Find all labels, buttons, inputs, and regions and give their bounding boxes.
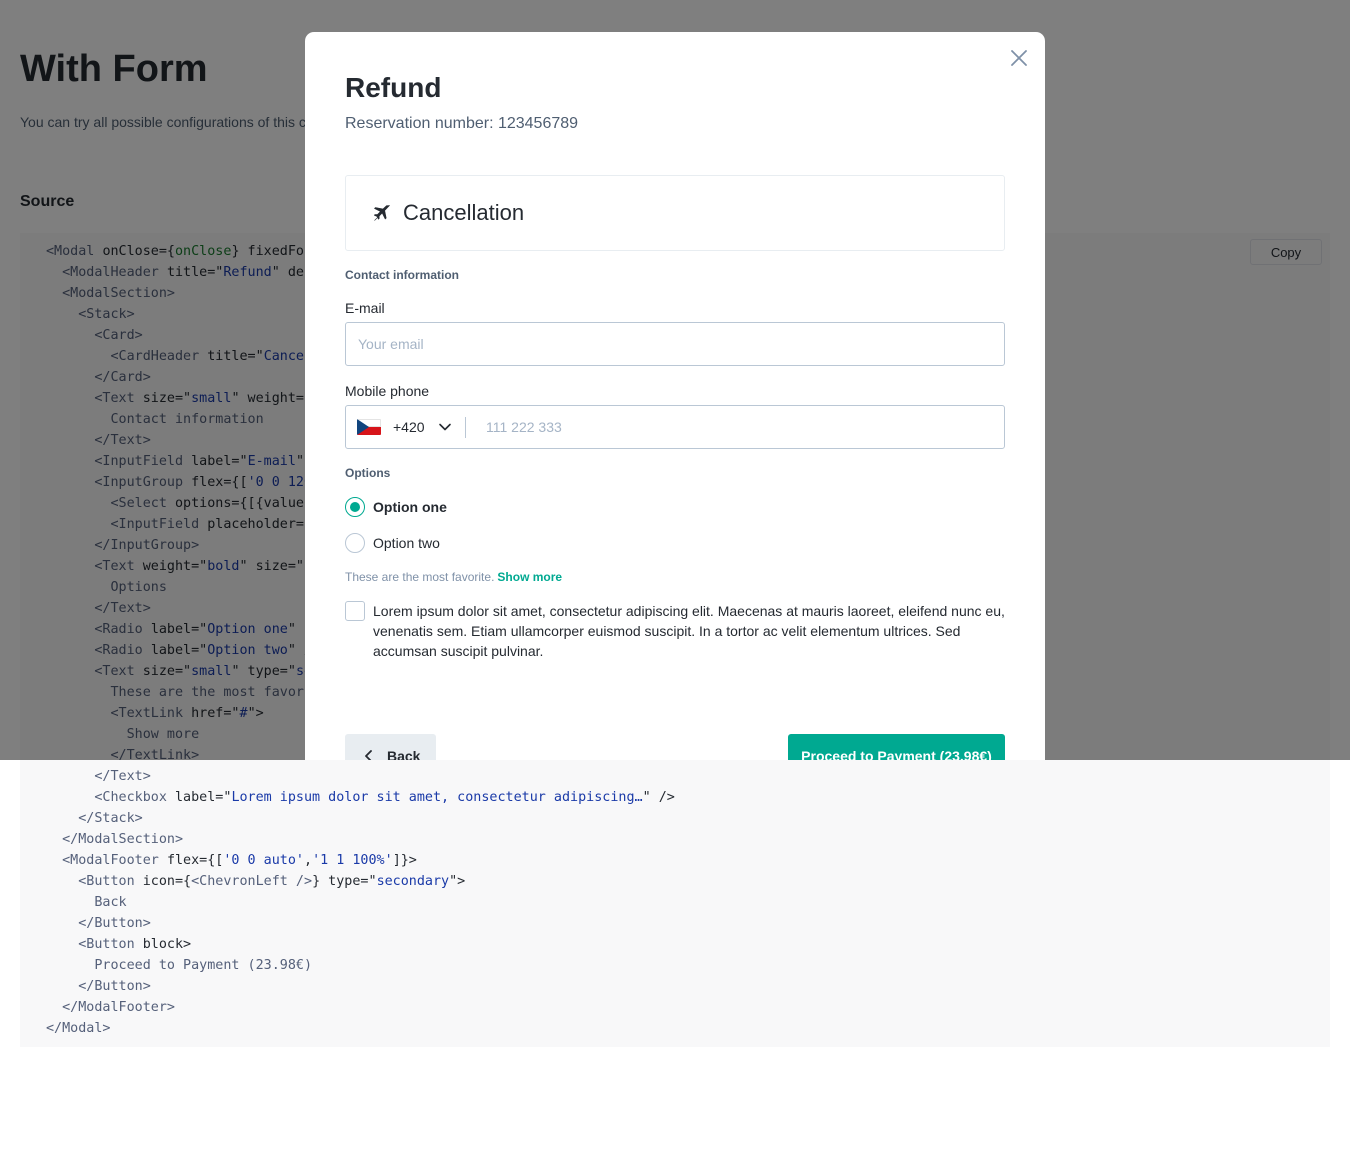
cz-flag-icon: [357, 419, 381, 435]
code-token: <ModalFooter: [46, 853, 167, 868]
radio-button-checked[interactable]: [345, 497, 365, 517]
help-text-body: These are the most favorite.: [345, 570, 495, 584]
code-line: Proceed to Payment (23.98€): [46, 955, 675, 976]
code-line: Back: [46, 892, 675, 913]
code-token: <Button: [46, 874, 143, 889]
close-icon: [1011, 50, 1027, 66]
code-token: flex={[: [166, 853, 224, 868]
back-button[interactable]: Back: [345, 734, 436, 760]
chevron-left-icon: [365, 750, 372, 760]
email-field[interactable]: Your email: [345, 322, 1005, 366]
code-token: </Modal>: [46, 1021, 111, 1036]
checkbox[interactable]: [345, 601, 365, 621]
radio-button[interactable]: [345, 533, 365, 553]
code-token: <Button: [46, 937, 143, 952]
checkbox-label: Lorem ipsum dolor sit amet, consectetur …: [373, 603, 1005, 659]
phone-divider: [465, 417, 466, 438]
code-token: '0 0 auto': [223, 853, 304, 868]
radio-label-two: Option two: [373, 535, 440, 551]
code-token: </Button>: [46, 916, 151, 931]
radio-option-two[interactable]: Option two: [345, 533, 440, 553]
modal-title: Refund: [345, 72, 442, 103]
code-token: secondary: [376, 874, 450, 889]
close-button[interactable]: [1007, 46, 1031, 70]
code-line: </ModalSection>: [46, 829, 675, 850]
code-token: Lorem ipsum dolor sit amet, consectetur …: [231, 790, 643, 805]
modal-description: Reservation number: 123456789: [345, 115, 579, 132]
code-token: icon={: [142, 874, 192, 889]
contact-info-label: Contact information: [345, 268, 459, 282]
country-prefix-select[interactable]: +420: [346, 406, 466, 448]
phone-field[interactable]: 111 222 333: [486, 419, 562, 435]
code-line: </Modal>: [46, 1018, 675, 1039]
refund-modal: Refund Reservation number: 123456789 Can…: [305, 32, 1045, 760]
code-line: <Button block>: [46, 934, 675, 955]
code-line: </ModalFooter>: [46, 997, 675, 1018]
code-line: <Checkbox label="Lorem ipsum dolor sit a…: [46, 787, 675, 808]
radio-option-one[interactable]: Option one: [345, 497, 447, 517]
code-token: <ChevronLeft />: [191, 874, 313, 889]
code-token: label=": [175, 790, 232, 805]
code-token: block>: [142, 937, 192, 952]
code-token: '1 1 100%': [312, 853, 393, 868]
cancellation-card: Cancellation: [345, 175, 1005, 251]
code-token: </Button>: [46, 979, 151, 994]
code-token: <Checkbox: [46, 790, 175, 805]
code-token: } type=": [312, 874, 377, 889]
email-placeholder: Your email: [358, 336, 424, 352]
phone-input-group: +420 111 222 333: [345, 405, 1005, 449]
code-line: <Button icon={<ChevronLeft />} type="sec…: [46, 871, 675, 892]
code-token: ]}>: [392, 853, 417, 868]
code-token: Back: [46, 895, 127, 910]
email-label: E-mail: [345, 300, 385, 316]
back-button-label: Back: [387, 748, 421, 760]
terms-checkbox-row[interactable]: Lorem ipsum dolor sit amet, consectetur …: [345, 601, 1005, 661]
code-token: ">: [449, 874, 466, 889]
code-token: " />: [642, 790, 675, 805]
phone-label: Mobile phone: [345, 383, 430, 399]
prefix-value: +420: [393, 419, 425, 435]
code-line: </Button>: [46, 913, 675, 934]
code-token: </ModalSection>: [46, 832, 184, 847]
code-line: </Stack>: [46, 808, 675, 829]
card-title: Cancellation: [403, 200, 525, 225]
code-line: </Text>: [46, 766, 675, 787]
proceed-payment-button[interactable]: Proceed to Payment (23.98€): [788, 734, 1005, 760]
code-token: ,: [304, 853, 313, 868]
code-token: </ModalFooter>: [46, 1000, 175, 1015]
proceed-payment-label: Proceed to Payment (23.98€): [801, 748, 992, 760]
code-token: </Text>: [46, 769, 151, 784]
radio-label-one: Option one: [373, 499, 447, 515]
code-line: <ModalFooter flex={['0 0 auto','1 1 100%…: [46, 850, 675, 871]
show-more-link[interactable]: Show more: [497, 570, 562, 584]
chevron-down-icon: [439, 423, 451, 431]
help-text: These are the most favorite. Show more: [345, 570, 562, 584]
options-label: Options: [345, 466, 391, 480]
code-token: </Stack>: [46, 811, 143, 826]
code-line: </Button>: [46, 976, 675, 997]
code-token: Proceed to Payment (23.98€): [46, 958, 313, 973]
airplane-icon: [372, 202, 394, 224]
